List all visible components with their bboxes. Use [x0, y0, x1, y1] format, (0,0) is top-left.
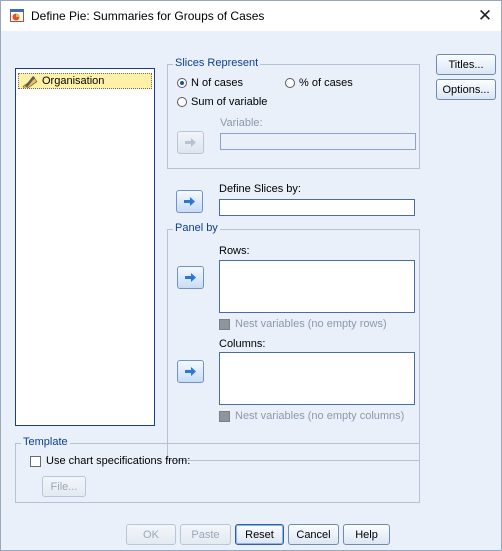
checkbox-indicator: [30, 455, 41, 467]
variable-field-label: Variable:: [220, 117, 263, 129]
paste-button[interactable]: Paste: [180, 524, 231, 545]
options-button[interactable]: Options...: [436, 79, 496, 100]
rows-list[interactable]: [219, 260, 415, 313]
n-of-cases-radio[interactable]: N of cases: [177, 77, 243, 89]
n-of-cases-label: N of cases: [191, 77, 243, 89]
dialog-body: Organisation Slices Represent N of cases…: [1, 31, 501, 550]
nest-columns-checkbox[interactable]: Nest variables (no empty columns): [219, 410, 404, 422]
move-to-columns-button[interactable]: [177, 360, 204, 383]
radio-indicator: [177, 97, 187, 107]
window-title: Define Pie: Summaries for Groups of Case…: [31, 9, 265, 23]
slices-represent-legend: Slices Represent: [173, 57, 261, 69]
slices-represent-group: Slices Represent N of cases % of cases S…: [167, 57, 420, 169]
variable-label: Organisation: [42, 75, 105, 87]
radio-indicator: [177, 78, 187, 88]
variable-item-organisation[interactable]: Organisation: [18, 73, 152, 89]
template-legend: Template: [21, 436, 70, 448]
nest-rows-checkbox[interactable]: Nest variables (no empty rows): [219, 318, 387, 330]
file-button[interactable]: File...: [42, 476, 86, 497]
panel-by-group: Panel by Rows: Nest variables (no empty …: [167, 222, 420, 461]
use-chart-spec-label: Use chart specifications from:: [46, 455, 191, 467]
panel-by-legend: Panel by: [173, 222, 220, 234]
columns-label: Columns:: [219, 338, 266, 350]
columns-list[interactable]: [219, 352, 415, 405]
move-to-define-slices-button[interactable]: [176, 190, 203, 213]
checkbox-indicator: [219, 410, 230, 422]
close-button[interactable]: ✕: [469, 1, 501, 31]
dialog-window: Define Pie: Summaries for Groups of Case…: [0, 0, 502, 551]
define-slices-label: Define Slices by:: [219, 183, 301, 195]
right-arrow-icon: [185, 138, 196, 147]
variable-field[interactable]: [220, 133, 416, 150]
ruler-pencil-icon: [22, 76, 38, 88]
sum-of-variable-radio[interactable]: Sum of variable: [177, 96, 267, 108]
define-slices-field[interactable]: [219, 199, 415, 216]
cancel-button[interactable]: Cancel: [288, 524, 339, 545]
help-button[interactable]: Help: [343, 524, 390, 545]
template-group: Template Use chart specifications from: …: [15, 436, 420, 503]
radio-indicator: [285, 78, 295, 88]
move-to-rows-button[interactable]: [177, 266, 204, 289]
use-chart-spec-checkbox[interactable]: Use chart specifications from:: [30, 455, 190, 467]
reset-button[interactable]: Reset: [235, 524, 284, 545]
variable-list[interactable]: Organisation: [15, 68, 155, 426]
checkbox-indicator: [219, 318, 230, 330]
right-arrow-icon: [184, 197, 195, 206]
titles-button[interactable]: Titles...: [436, 54, 496, 75]
nest-columns-label: Nest variables (no empty columns): [235, 410, 405, 422]
sum-of-variable-label: Sum of variable: [191, 96, 268, 108]
nest-rows-label: Nest variables (no empty rows): [235, 318, 387, 330]
ok-button[interactable]: OK: [126, 524, 176, 545]
right-arrow-icon: [185, 273, 196, 282]
rows-label: Rows:: [219, 245, 250, 257]
pie-chart-icon: [10, 9, 24, 22]
close-icon: ✕: [477, 6, 493, 25]
title-bar: Define Pie: Summaries for Groups of Case…: [1, 1, 501, 31]
right-arrow-icon: [185, 367, 196, 376]
pct-of-cases-radio[interactable]: % of cases: [285, 77, 353, 89]
move-to-variable-button[interactable]: [177, 131, 204, 154]
pct-of-cases-label: % of cases: [299, 77, 353, 89]
